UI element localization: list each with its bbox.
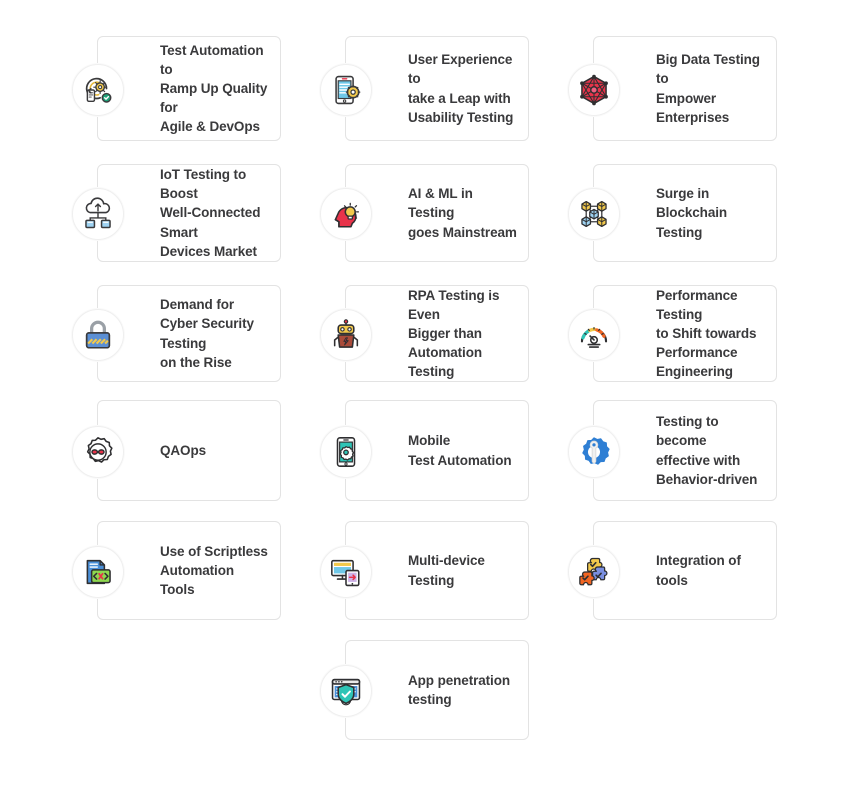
- trend-card-label: Testing to become effective with Behavio…: [656, 414, 758, 487]
- trends-board: Test Automation to Ramp Up Quality for A…: [0, 0, 848, 785]
- gear-infinity-qaops-icon: [72, 425, 124, 478]
- trend-card-label: Performance Testing to Shift towards Per…: [656, 287, 757, 380]
- gear-wrench-blue-icon: [568, 425, 620, 478]
- trend-card-label: Surge in Blockchain Testing: [656, 186, 728, 240]
- trend-card-label: Mobile Test Automation: [408, 433, 512, 468]
- trend-card-performance-engineering-shift[interactable]: Performance Testing to Shift towards Per…: [593, 285, 777, 382]
- trend-card-ai-ml-testing-mainstream[interactable]: AI & ML in Testing goes Mainstream: [345, 164, 529, 262]
- trend-card-label: Use of Scriptless Automation Tools: [160, 543, 268, 598]
- padlock-security-icon: [72, 308, 124, 361]
- trend-card-label: RPA Testing is Even Bigger than Automati…: [408, 287, 500, 380]
- browser-shield-check-icon: [320, 665, 372, 717]
- big-data-network-polyhedron-icon: [568, 63, 620, 116]
- mobile-gear-icon: [320, 425, 372, 478]
- test-automation-gear-magnifier-icon: [72, 63, 124, 116]
- trend-card-behavior-driven-testing[interactable]: Testing to become effective with Behavio…: [593, 400, 777, 501]
- trend-card-label: IoT Testing to Boost Well-Connected Smar…: [160, 167, 261, 259]
- puzzle-gears-integration-icon: [568, 545, 620, 598]
- trend-card-user-experience-usability-testing[interactable]: User Experience to take a Leap with Usab…: [345, 36, 529, 141]
- trend-card-cyber-security-testing-demand[interactable]: Demand for Cyber Security Testing on the…: [97, 285, 281, 382]
- trend-card-label: User Experience to take a Leap with Usab…: [408, 52, 514, 125]
- trend-card-label: AI & ML in Testing goes Mainstream: [408, 186, 517, 240]
- trend-card-rpa-testing-bigger[interactable]: RPA Testing is Even Bigger than Automati…: [345, 285, 529, 382]
- ai-head-lightbulb-icon: [320, 188, 372, 240]
- trend-card-app-penetration-testing[interactable]: App penetration testing: [345, 640, 529, 740]
- trend-card-label: Big Data Testing to Empower Enterprises: [656, 52, 760, 125]
- trend-card-label: App penetration testing: [408, 672, 510, 707]
- trend-card-label: Multi-device Testing: [408, 553, 485, 588]
- trend-card-label: Integration of tools: [656, 553, 741, 588]
- blockchain-nodes-icon: [568, 188, 620, 240]
- speedometer-gauge-icon: [568, 308, 620, 361]
- scriptless-code-file-icon: [72, 545, 124, 598]
- mobile-settings-document-icon: [320, 63, 372, 116]
- trend-card-multi-device-testing[interactable]: Multi-device Testing: [345, 521, 529, 620]
- trend-card-big-data-testing-enterprises[interactable]: Big Data Testing to Empower Enterprises: [593, 36, 777, 141]
- robot-rpa-icon: [320, 308, 372, 361]
- trend-card-label: Demand for Cyber Security Testing on the…: [160, 297, 254, 370]
- multi-device-monitor-phone-icon: [320, 545, 372, 598]
- trend-card-mobile-test-automation[interactable]: Mobile Test Automation: [345, 400, 529, 501]
- iot-cloud-devices-icon: [72, 188, 124, 240]
- trend-card-scriptless-automation-tools[interactable]: Use of Scriptless Automation Tools: [97, 521, 281, 620]
- trend-card-qaops[interactable]: QAOps: [97, 400, 281, 501]
- trend-card-test-automation-agile-devops[interactable]: Test Automation to Ramp Up Quality for A…: [97, 36, 281, 141]
- trend-card-blockchain-testing-surge[interactable]: Surge in Blockchain Testing: [593, 164, 777, 262]
- trend-card-iot-testing-smart-devices[interactable]: IoT Testing to Boost Well-Connected Smar…: [97, 164, 281, 262]
- trend-card-label: Test Automation to Ramp Up Quality for A…: [160, 42, 268, 135]
- trend-card-integration-of-tools[interactable]: Integration of tools: [593, 521, 777, 620]
